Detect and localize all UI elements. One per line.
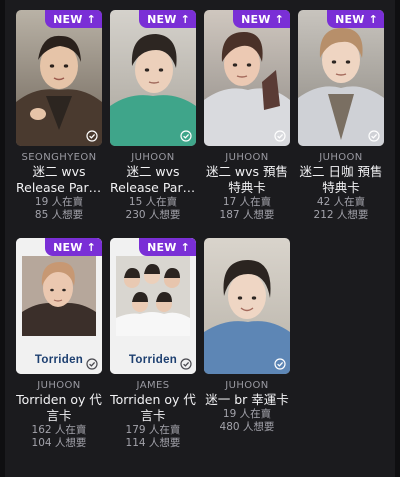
arrow-up-icon: ↑ xyxy=(274,12,284,26)
photocard-item[interactable]: JUHOON 迷一 br 幸運卡 19 人在賣 480 人想要 xyxy=(204,238,290,434)
card-title-line: 迷二 wvs xyxy=(32,164,86,179)
photocard-image[interactable]: NEW ↑ xyxy=(110,10,196,146)
photocard-image[interactable]: NEW ↑ xyxy=(204,10,290,146)
sellers-count: 19 人在賣 xyxy=(34,196,84,208)
card-title-line: 特典卡 xyxy=(322,180,360,195)
new-badge: NEW ↑ xyxy=(139,10,196,28)
photocard-item[interactable]: NEW ↑ SEONGHYEON 迷二 wvs Release Part... … xyxy=(16,10,102,222)
check-circle-icon[interactable] xyxy=(180,358,192,370)
photocard-meta: JUHOON Torriden oy 代 言卡 162 人在賣 104 人想要 xyxy=(16,379,102,450)
photocard-meta: JUHOON 迷二 wvs 預售 特典卡 17 人在賣 187 人想要 xyxy=(204,151,290,222)
photocard-image[interactable]: Torriden NEW ↑ xyxy=(16,238,102,374)
new-badge-label: NEW xyxy=(335,12,365,26)
card-title-line: 迷二 wvs 預售 xyxy=(205,164,289,179)
artist-name: JUHOON xyxy=(225,152,269,163)
artist-name: JUHOON xyxy=(319,152,363,163)
screen-edge-right xyxy=(395,0,400,477)
photocard-meta: SEONGHYEON 迷二 wvs Release Part... 19 人在賣… xyxy=(16,151,102,222)
new-badge-label: NEW xyxy=(147,12,177,26)
card-title-line: Torriden oy 代 xyxy=(110,392,196,407)
portrait-photo xyxy=(110,10,196,146)
new-badge: NEW ↑ xyxy=(45,238,102,256)
card-title-line: 迷二 日咖 預售 xyxy=(299,164,383,179)
wanters-count: 230 人想要 xyxy=(125,209,181,221)
photocard-image[interactable] xyxy=(204,238,290,374)
artist-name: JAMES xyxy=(136,380,170,391)
photocard-meta: JUHOON 迷一 br 幸運卡 19 人在賣 480 人想要 xyxy=(204,379,290,434)
photocard-item[interactable]: NEW ↑ JUHOON 迷二 wvs 預售 特典卡 17 人在賣 187 人想… xyxy=(204,10,290,222)
card-title-line: 言卡 xyxy=(140,408,166,423)
new-badge: NEW ↑ xyxy=(45,10,102,28)
check-circle-icon[interactable] xyxy=(180,130,192,142)
photocard-item[interactable]: Torriden NEW ↑ JAMES Torriden oy 代 言卡 17… xyxy=(110,238,196,450)
check-circle-icon[interactable] xyxy=(86,358,98,370)
photocard-meta: JAMES Torriden oy 代 言卡 179 人在賣 114 人想要 xyxy=(110,379,196,450)
new-badge: NEW ↑ xyxy=(139,238,196,256)
wanters-count: 104 人想要 xyxy=(31,437,87,449)
arrow-up-icon: ↑ xyxy=(180,240,190,254)
new-badge-label: NEW xyxy=(241,12,271,26)
portrait-photo xyxy=(298,10,384,146)
new-badge-label: NEW xyxy=(53,240,83,254)
photocard-item[interactable]: NEW ↑ JUHOON 迷二 日咖 預售 特典卡 42 人在賣 212 人想要 xyxy=(298,10,384,222)
check-circle-icon[interactable] xyxy=(274,358,286,370)
sellers-count: 162 人在賣 xyxy=(31,424,87,436)
check-circle-icon[interactable] xyxy=(368,130,380,142)
sellers-count: 19 人在賣 xyxy=(222,408,272,420)
sellers-count: 17 人在賣 xyxy=(222,196,272,208)
card-title-line: 特典卡 xyxy=(228,180,266,195)
arrow-up-icon: ↑ xyxy=(180,12,190,26)
sellers-count: 179 人在賣 xyxy=(125,424,181,436)
new-badge-label: NEW xyxy=(147,240,177,254)
artist-name: SEONGHYEON xyxy=(21,152,97,163)
wanters-count: 85 人想要 xyxy=(34,209,84,221)
wanters-count: 114 人想要 xyxy=(125,437,181,449)
card-title-line: 迷一 br 幸運卡 xyxy=(205,392,289,407)
arrow-up-icon: ↑ xyxy=(86,12,96,26)
card-title-line: Release Part... xyxy=(16,180,102,195)
artist-name: JUHOON xyxy=(131,152,175,163)
photocard-image[interactable]: Torriden NEW ↑ xyxy=(110,238,196,374)
card-title-line: Torriden oy 代 xyxy=(16,392,102,407)
portrait-photo xyxy=(16,10,102,146)
photocard-item[interactable]: NEW ↑ JUHOON 迷二 wvs Release Part... 15 人… xyxy=(110,10,196,222)
screen-edge-left xyxy=(0,0,5,477)
new-badge: NEW ↑ xyxy=(233,10,290,28)
sellers-count: 15 人在賣 xyxy=(128,196,178,208)
card-title-line: Release Part... xyxy=(110,180,196,195)
check-circle-icon[interactable] xyxy=(86,130,98,142)
sellers-count: 42 人在賣 xyxy=(316,196,366,208)
artist-name: JUHOON xyxy=(37,380,81,391)
check-circle-icon[interactable] xyxy=(274,130,286,142)
photocard-image[interactable]: NEW ↑ xyxy=(298,10,384,146)
arrow-up-icon: ↑ xyxy=(368,12,378,26)
wanters-count: 187 人想要 xyxy=(219,209,275,221)
wanters-count: 212 人想要 xyxy=(313,209,369,221)
artist-name: JUHOON xyxy=(225,380,269,391)
wanters-count: 480 人想要 xyxy=(219,421,275,433)
photocard-meta: JUHOON 迷二 日咖 預售 特典卡 42 人在賣 212 人想要 xyxy=(298,151,384,222)
photocard-item[interactable]: Torriden NEW ↑ JUHOON Torriden oy 代 言卡 1… xyxy=(16,238,102,450)
new-badge-label: NEW xyxy=(53,12,83,26)
photocard-image[interactable]: NEW ↑ xyxy=(16,10,102,146)
arrow-up-icon: ↑ xyxy=(86,240,96,254)
card-title-line: 迷二 wvs xyxy=(126,164,180,179)
photocard-meta: JUHOON 迷二 wvs Release Part... 15 人在賣 230… xyxy=(110,151,196,222)
card-title-line: 言卡 xyxy=(46,408,72,423)
new-badge: NEW ↑ xyxy=(327,10,384,28)
portrait-photo xyxy=(204,238,290,374)
photocard-grid: NEW ↑ SEONGHYEON 迷二 wvs Release Part... … xyxy=(0,0,400,477)
portrait-photo xyxy=(204,10,290,146)
